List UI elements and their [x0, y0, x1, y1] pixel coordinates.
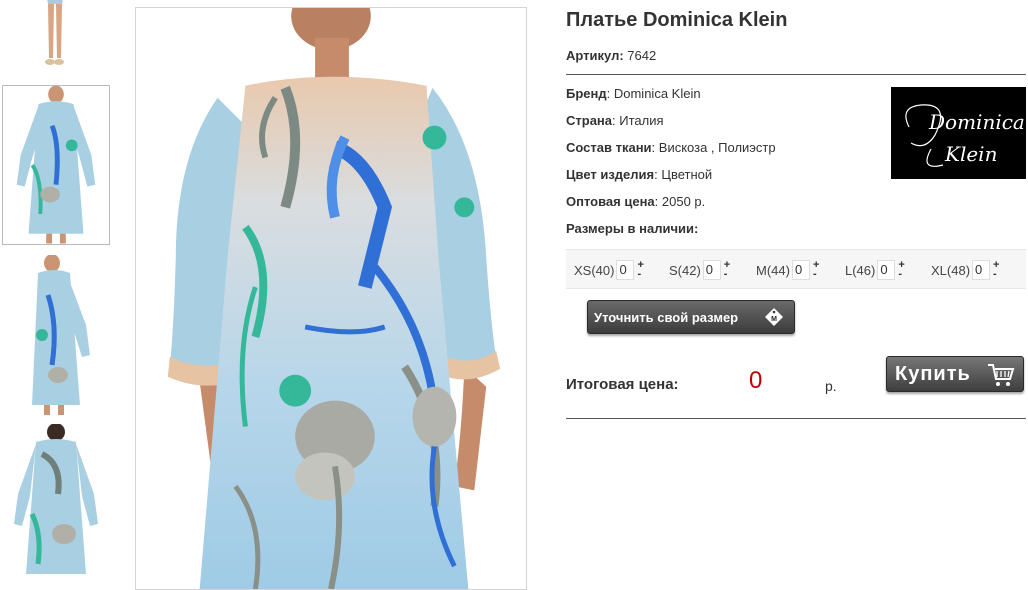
total-price-value: 0: [749, 367, 763, 394]
brand-row: Бренд: Dominica Klein: [566, 86, 701, 101]
thumbnail-strip: [0, 0, 112, 590]
divider: [566, 74, 1026, 75]
fabric-row: Состав ткани: Вискоза , Полиэстр: [566, 140, 776, 155]
fabric-label: Состав ткани: [566, 140, 652, 155]
country-label: Страна: [566, 113, 613, 128]
page-title: Платье Dominica Klein: [566, 9, 788, 31]
quantity-field[interactable]: 0: [702, 260, 721, 280]
buy-button-label: Купить: [895, 362, 971, 385]
product-info-panel: Платье Dominica Klein Артикул: 7642 Брен…: [566, 0, 1026, 590]
size-label: L(46): [845, 262, 876, 278]
minus-button[interactable]: -: [898, 269, 904, 280]
quantity-field[interactable]: 0: [972, 260, 991, 280]
quantity-stepper: + -: [993, 260, 999, 280]
main-product-photo[interactable]: [135, 7, 527, 590]
thumbnail-side[interactable]: [2, 255, 110, 415]
minus-button[interactable]: -: [637, 269, 643, 280]
color-row: Цвет изделия: Цветной: [566, 167, 713, 182]
country-row: Страна: Италия: [566, 113, 664, 128]
total-price-currency: р.: [825, 378, 837, 394]
brand-value: Dominica Klein: [613, 86, 701, 101]
sizes-available-label: Размеры в наличии:: [566, 221, 699, 236]
color-value: Цветной: [661, 167, 713, 182]
size-tag-letter: M: [771, 316, 777, 323]
brand-logo: Dominica Klein: [891, 87, 1026, 179]
quantity-field[interactable]: 0: [791, 260, 810, 280]
wholesale-price-value: 2050 р.: [661, 194, 706, 209]
size-label: S(42): [669, 262, 701, 278]
quantity-stepper: + -: [724, 260, 730, 280]
size-xs: XS(40) 0 + -: [574, 259, 644, 281]
thumbnail-legs[interactable]: [2, 0, 110, 76]
shopping-cart-icon: [987, 362, 1015, 388]
thumbnail-back[interactable]: [2, 424, 110, 584]
buy-button[interactable]: Купить: [886, 356, 1024, 392]
minus-button[interactable]: -: [724, 269, 730, 280]
size-label: XS(40): [574, 262, 615, 278]
size-guide-button-label: Уточнить свой размер: [594, 309, 739, 325]
sizes-available-row: Размеры в наличии:: [566, 221, 698, 236]
quantity-stepper: + -: [637, 260, 643, 280]
wholesale-price-row: Оптовая цена: 2050 р.: [566, 194, 706, 209]
wholesale-price-label: Оптовая цена: [566, 194, 655, 209]
quantity-stepper: + -: [898, 260, 904, 280]
article-value: 7642: [627, 48, 657, 63]
divider: [566, 418, 1026, 419]
brand-logo-line2: Klein: [944, 142, 997, 166]
size-s: S(42) 0 + -: [669, 259, 730, 281]
size-label: XL(48): [931, 262, 971, 278]
brand-label: Бренд: [566, 86, 607, 101]
quantity-field[interactable]: 0: [877, 260, 896, 280]
article-label: Артикул:: [566, 48, 624, 63]
size-xl: XL(48) 0 + -: [931, 259, 999, 281]
size-tag-icon: M: [764, 307, 784, 327]
size-m: M(44) 0 + -: [756, 259, 819, 281]
fabric-value: Вискоза , Полиэстр: [658, 140, 776, 155]
color-label: Цвет изделия: [566, 167, 655, 182]
total-price-label: Итоговая цена:: [566, 376, 679, 393]
minus-button[interactable]: -: [813, 269, 819, 280]
thumbnail-front[interactable]: [2, 85, 110, 245]
size-selector: XS(40) 0 + - S(42) 0 + - M(44) 0 + - L(4…: [566, 249, 1026, 289]
quantity-field[interactable]: 0: [616, 260, 635, 280]
size-label: M(44): [756, 262, 790, 278]
country-value: Италия: [619, 113, 664, 128]
size-l: L(46) 0 + -: [845, 259, 905, 281]
minus-button[interactable]: -: [993, 269, 999, 280]
article-row: Артикул: 7642: [566, 48, 656, 63]
size-guide-button[interactable]: Уточнить свой размер M: [587, 300, 795, 334]
quantity-stepper: + -: [813, 260, 819, 280]
brand-logo-line1: Dominica: [928, 110, 1025, 134]
